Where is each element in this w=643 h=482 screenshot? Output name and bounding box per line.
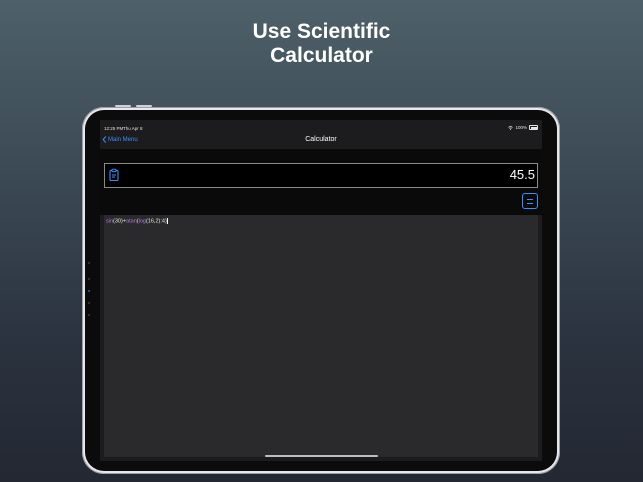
expression-token: sin <box>106 218 114 225</box>
status-time: 12:25 PM <box>104 126 124 131</box>
expression-token: log <box>138 218 146 225</box>
expression-text[interactable]: sin(30)+atan(log(16,2):4) <box>106 218 168 225</box>
nav-bar: Main Menu Calculator <box>100 134 542 148</box>
battery-icon <box>529 125 538 130</box>
headline-line-2: Calculator <box>270 44 373 67</box>
text-caret <box>166 218 168 224</box>
clipboard-icon[interactable] <box>107 168 121 182</box>
wifi-icon <box>508 125 514 130</box>
page-dots <box>88 262 91 322</box>
top-button <box>115 105 131 107</box>
status-right: 100% <box>508 125 538 130</box>
battery-percent: 100% <box>515 125 527 130</box>
result-value: 45.5 <box>509 167 535 182</box>
home-indicator <box>265 455 378 457</box>
app-screen: 12:25 PM Thu Apr 8 100% Main Menu Calcul… <box>100 120 542 461</box>
result-display: 45.5 <box>104 163 538 188</box>
page-title: Calculator <box>305 136 337 143</box>
expression-token: 16,2 <box>147 218 159 225</box>
status-date: Thu Apr 8 <box>123 126 143 131</box>
promo-headline: Use Scientific Calculator <box>0 20 643 68</box>
expression-editor[interactable]: sin(30)+atan(log(16,2):4) <box>104 215 538 457</box>
top-button-2 <box>136 105 152 107</box>
headline-line-1: Use Scientific <box>252 20 391 43</box>
expression-token: atan <box>126 218 137 225</box>
equals-button[interactable] <box>522 193 538 209</box>
